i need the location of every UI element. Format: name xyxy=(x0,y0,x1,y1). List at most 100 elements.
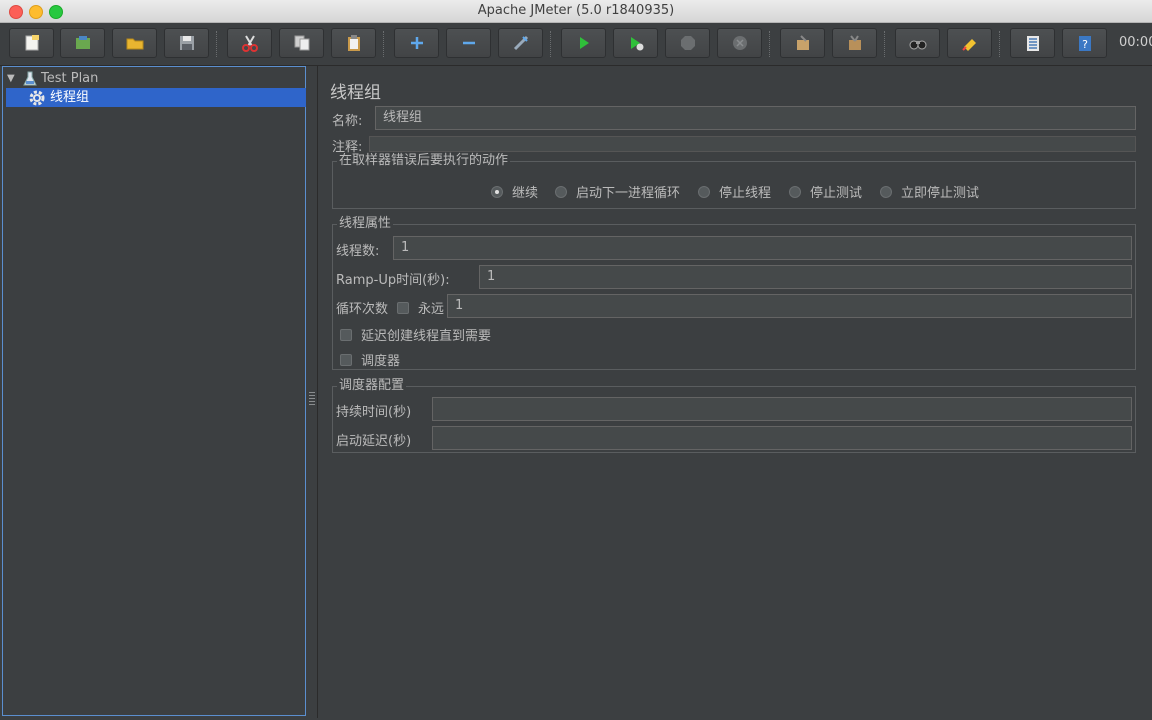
reset-search-button[interactable] xyxy=(947,28,992,58)
templates-button[interactable] xyxy=(60,28,105,58)
play-timer-icon xyxy=(630,37,643,51)
radio-start-next-loop[interactable]: 启动下一进程循环 xyxy=(555,182,680,201)
plus-icon xyxy=(410,37,423,49)
toolbar-separator xyxy=(884,31,886,57)
loop-count-input[interactable]: 1 xyxy=(447,294,1132,318)
close-window-button[interactable] xyxy=(9,5,23,19)
radio-icon[interactable] xyxy=(555,185,567,198)
zoom-window-button[interactable] xyxy=(49,5,63,19)
search-button[interactable] xyxy=(895,28,940,58)
checkbox-label: 调度器 xyxy=(361,354,401,369)
floppy-icon xyxy=(179,36,194,50)
clear-all-button[interactable] xyxy=(832,28,877,58)
templates-icon xyxy=(75,36,90,49)
threads-input[interactable]: 1 xyxy=(393,236,1132,260)
binoculars-icon xyxy=(909,40,926,50)
radio-continue[interactable]: 继续 xyxy=(491,182,538,201)
stop-icon xyxy=(680,36,695,50)
startup-delay-input[interactable] xyxy=(432,426,1132,450)
radio-icon[interactable] xyxy=(880,185,892,198)
duration-input[interactable] xyxy=(432,397,1132,421)
window-titlebar: Apache JMeter (5.0 r1840935) xyxy=(0,0,1152,23)
radio-label: 立即停止测试 xyxy=(901,186,980,201)
radio-icon[interactable] xyxy=(698,185,710,198)
paste-button[interactable] xyxy=(331,28,376,58)
radio-label: 停止线程 xyxy=(719,186,772,201)
sampler-error-group: 在取样器错误后要执行的动作 继续 启动下一进程循环 停止线程 停止测试 立即停止… xyxy=(332,153,1136,209)
name-input[interactable]: 线程组 xyxy=(375,106,1136,130)
drag-handle-icon[interactable] xyxy=(309,392,315,406)
test-plan-icon xyxy=(23,71,37,85)
name-label: 名称: xyxy=(332,114,363,129)
split-pane-divider[interactable] xyxy=(307,66,318,718)
checkbox-label: 延迟创建线程直到需要 xyxy=(361,329,492,344)
radio-label: 启动下一进程循环 xyxy=(576,186,681,201)
forever-checkbox[interactable]: 永远 xyxy=(397,298,444,317)
clear-button[interactable] xyxy=(780,28,825,58)
help-button[interactable]: ? xyxy=(1062,28,1107,58)
checkbox-icon[interactable] xyxy=(397,301,409,314)
duration-label: 持续时间(秒) xyxy=(336,405,412,420)
loop-count-label: 循环次数 xyxy=(336,302,389,317)
help-icon: ? xyxy=(1078,36,1091,51)
tree-node-label: 线程组 xyxy=(50,90,90,105)
panel-title: 线程组 xyxy=(330,83,381,103)
scissors-icon xyxy=(241,35,258,52)
reset-search-icon xyxy=(961,39,976,51)
radio-selected-icon[interactable] xyxy=(491,185,503,198)
group-title: 在取样器错误后要执行的动作 xyxy=(337,153,511,169)
checkbox-icon[interactable] xyxy=(340,328,352,341)
minimize-window-button[interactable] xyxy=(29,5,43,19)
radio-stop-thread[interactable]: 停止线程 xyxy=(698,182,771,201)
elapsed-timer: 00:00 xyxy=(1119,35,1152,50)
tree-node-thread-group[interactable]: 线程组 xyxy=(6,88,306,107)
window-title: Apache JMeter (5.0 r1840935) xyxy=(477,3,675,18)
comment-input[interactable] xyxy=(369,136,1136,152)
startup-delay-label: 启动延迟(秒) xyxy=(336,434,412,449)
minus-icon xyxy=(462,41,475,45)
toolbar: ? 00:00 xyxy=(0,23,1152,66)
start-button[interactable] xyxy=(561,28,606,58)
delay-thread-creation-checkbox[interactable]: 延迟创建线程直到需要 xyxy=(340,325,491,344)
tree-node-test-plan[interactable]: ▼ Test Plan xyxy=(7,69,98,88)
expand-triangle-icon[interactable]: ▼ xyxy=(7,69,17,88)
test-plan-tree[interactable]: ▼ Test Plan 线程组 xyxy=(2,66,306,716)
copy-icon xyxy=(294,35,309,51)
toolbar-separator xyxy=(769,31,771,57)
wand-icon xyxy=(513,35,528,51)
rampup-input[interactable]: 1 xyxy=(479,265,1132,289)
open-button[interactable] xyxy=(112,28,157,58)
shutdown-button[interactable] xyxy=(717,28,762,58)
cut-button[interactable] xyxy=(227,28,272,58)
checkbox-icon[interactable] xyxy=(340,353,352,366)
start-no-pause-button[interactable] xyxy=(613,28,658,58)
copy-button[interactable] xyxy=(279,28,324,58)
scheduler-config-group: 调度器配置 持续时间(秒) 启动延迟(秒) xyxy=(332,378,1136,453)
play-icon xyxy=(579,37,589,49)
radio-stop-test[interactable]: 停止测试 xyxy=(789,182,862,201)
threads-label: 线程数: xyxy=(336,244,380,259)
save-button[interactable] xyxy=(164,28,209,58)
checkbox-label: 永远 xyxy=(418,302,445,317)
toggle-button[interactable] xyxy=(498,28,543,58)
radio-label: 继续 xyxy=(512,186,539,201)
radio-icon[interactable] xyxy=(789,185,801,198)
svg-text:?: ? xyxy=(1082,38,1088,51)
toolbar-separator xyxy=(550,31,552,57)
new-file-icon xyxy=(25,35,39,51)
rampup-label: Ramp-Up时间(秒): xyxy=(336,273,450,288)
thread-properties-group: 线程属性 线程数: 1 Ramp-Up时间(秒): 1 循环次数 永远 1 延迟… xyxy=(332,216,1136,370)
radio-stop-test-now[interactable]: 立即停止测试 xyxy=(880,182,979,201)
collapse-button[interactable] xyxy=(446,28,491,58)
group-title: 调度器配置 xyxy=(337,378,407,394)
expand-button[interactable] xyxy=(394,28,439,58)
broom-all-icon xyxy=(848,35,861,50)
radio-label: 停止测试 xyxy=(810,186,863,201)
folder-icon xyxy=(126,38,143,50)
tree-node-label: Test Plan xyxy=(41,71,99,86)
scheduler-checkbox[interactable]: 调度器 xyxy=(340,350,400,369)
function-helper-button[interactable] xyxy=(1010,28,1055,58)
stop-button[interactable] xyxy=(665,28,710,58)
shutdown-icon xyxy=(732,36,747,50)
new-button[interactable] xyxy=(9,28,54,58)
